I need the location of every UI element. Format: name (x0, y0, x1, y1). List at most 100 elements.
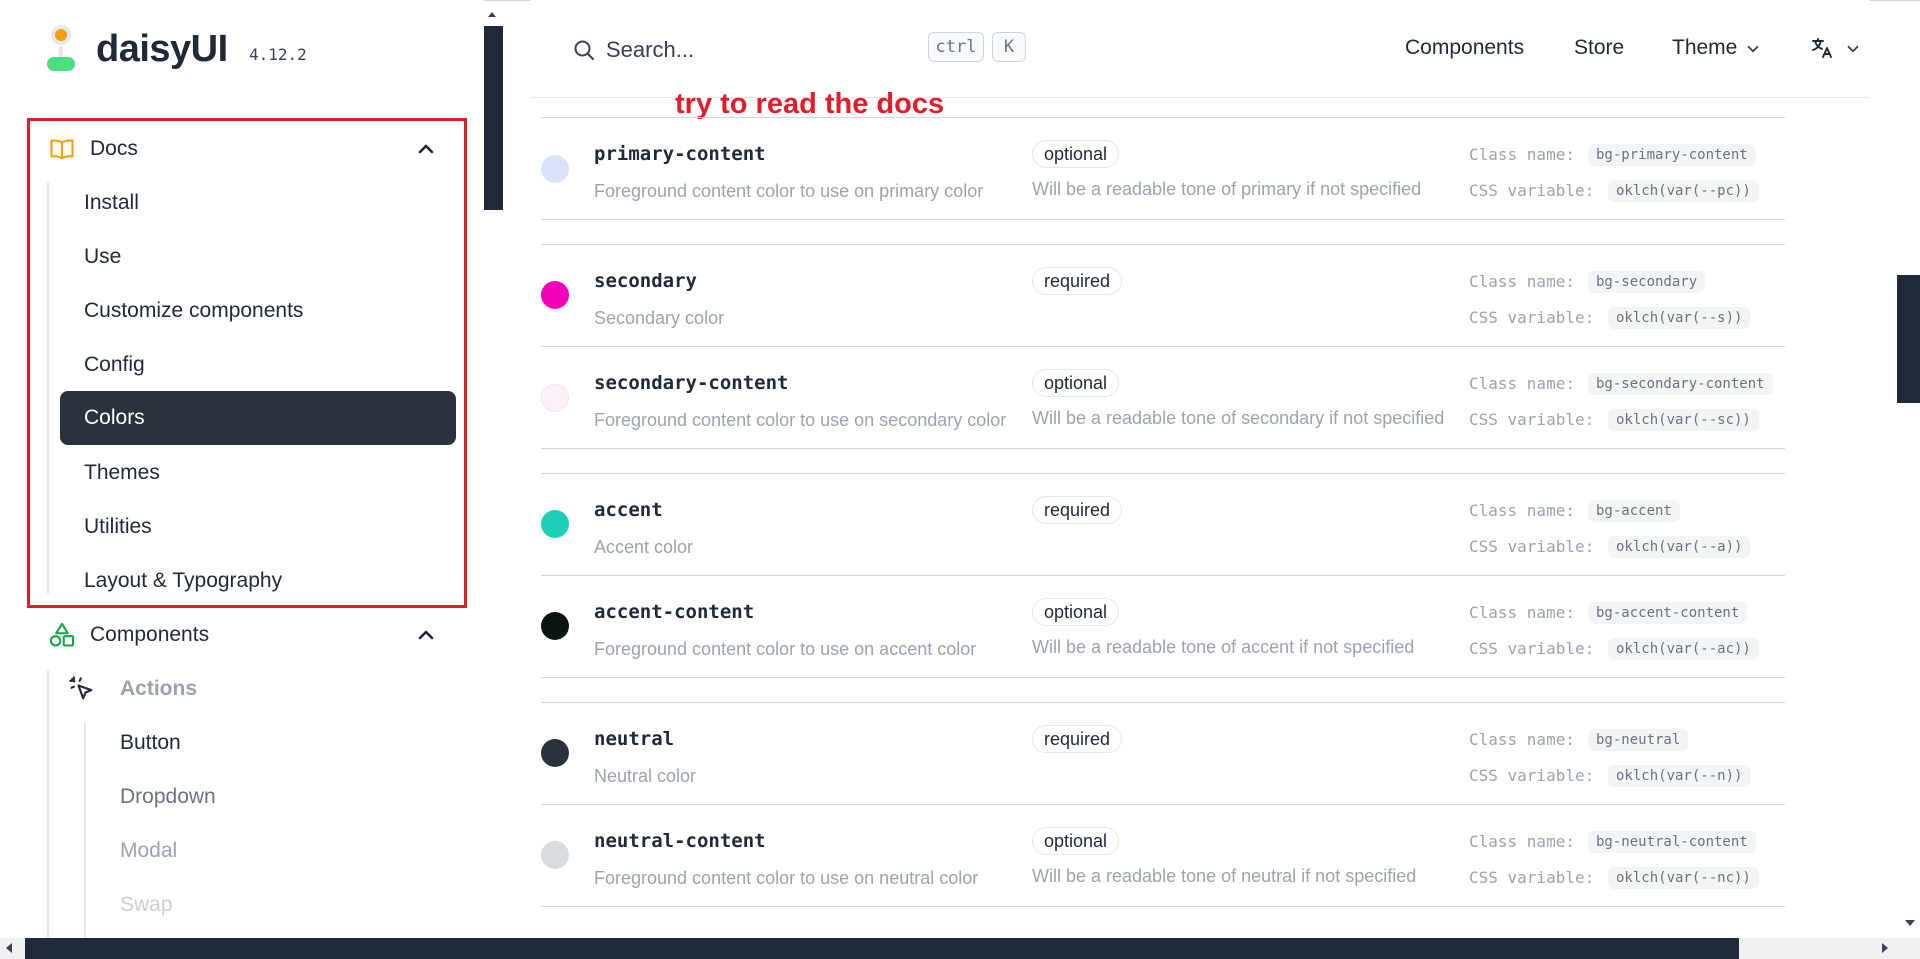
color-note: Will be a readable tone of accent if not… (1032, 637, 1415, 657)
class-name-code: bg-secondary-content (1588, 373, 1773, 395)
required-badge: required (1032, 496, 1123, 524)
color-description: Foreground content color to use on neutr… (594, 868, 979, 888)
class-name-label: Class name: (1469, 374, 1575, 393)
color-name: secondary (594, 270, 697, 292)
brand-version: 4.12.2 (249, 45, 307, 64)
chevron-down-icon[interactable] (1744, 40, 1762, 58)
sidebar-item-config[interactable]: Config (60, 340, 456, 390)
search-input[interactable] (606, 32, 906, 68)
sidebar-item-button[interactable]: Button (96, 718, 456, 768)
sidebar-item-dropdown[interactable]: Dropdown (96, 772, 456, 822)
docs-tree-line (47, 182, 49, 594)
shapes-icon (48, 621, 76, 649)
color-swatch-neutral (541, 739, 569, 767)
color-name: accent-content (594, 601, 755, 623)
sidebar-section-docs[interactable]: Docs (48, 129, 448, 169)
class-name-label: Class name: (1469, 145, 1575, 164)
row-divider (541, 448, 1785, 449)
css-variable-code: oklch(var(--s)) (1608, 307, 1751, 329)
sidebar-section-components[interactable]: Components (48, 615, 448, 655)
sidebar-scroll-up-arrow-icon[interactable] (484, 8, 500, 20)
sidebar-item-colors[interactable]: Colors (60, 391, 456, 445)
book-open-icon (48, 135, 76, 163)
row-divider (541, 906, 1785, 907)
class-name-code: bg-accent (1588, 500, 1680, 522)
color-description: Foreground content color to use on accen… (594, 639, 977, 659)
class-name-code: bg-neutral (1588, 729, 1689, 751)
color-swatch-neutral-content (541, 841, 569, 869)
search-icon (574, 40, 594, 60)
shortcut-k-key: K (992, 32, 1026, 62)
page-scrollbar-thumb[interactable] (1897, 275, 1920, 403)
color-description: Foreground content color to use on prima… (594, 181, 984, 201)
class-name-label: Class name: (1469, 272, 1575, 291)
color-swatch-accent-content (541, 612, 569, 640)
color-name: neutral-content (594, 830, 766, 852)
color-name: neutral (594, 728, 675, 750)
chevron-up-icon[interactable] (414, 137, 438, 161)
sidebar-group-actions-label: Actions (120, 677, 198, 700)
color-description: Secondary color (594, 308, 725, 328)
components-tree-line (47, 670, 49, 938)
nav-components-link[interactable]: Components (1405, 36, 1524, 60)
sidebar-section-docs-label: Docs (90, 137, 138, 160)
class-name-code: bg-neutral-content (1588, 831, 1756, 853)
css-variable-code: oklch(var(--nc)) (1608, 867, 1759, 889)
css-variable-label: CSS variable: (1469, 308, 1595, 327)
color-note: Will be a readable tone of primary if no… (1032, 179, 1422, 199)
color-swatch-secondary (541, 281, 569, 309)
sidebar-group-actions[interactable]: Actions (68, 669, 448, 709)
sidebar-item-modal[interactable]: Modal (96, 826, 456, 876)
sidebar-item-install[interactable]: Install (60, 178, 456, 228)
brand-name[interactable]: daisyUI (96, 28, 228, 71)
color-name: primary-content (594, 143, 766, 165)
nav-store-link[interactable]: Store (1574, 36, 1624, 60)
scroll-right-arrow-icon[interactable] (1880, 942, 1890, 954)
optional-badge: optional (1032, 369, 1120, 397)
daisyui-logo-icon (47, 25, 75, 71)
sidebar-section-components-label: Components (90, 623, 210, 646)
css-variable-label: CSS variable: (1469, 639, 1595, 658)
color-swatch-accent (541, 510, 569, 538)
group-divider (541, 473, 1785, 474)
color-swatch-secondary-content (541, 384, 569, 412)
optional-badge: optional (1032, 140, 1120, 168)
row-divider (541, 117, 1785, 118)
css-variable-code: oklch(var(--n)) (1608, 765, 1751, 787)
shortcut-ctrl-key: ctrl (928, 32, 984, 62)
nav-theme-dropdown[interactable]: Theme (1672, 36, 1737, 60)
sidebar-item-themes[interactable]: Themes (60, 448, 456, 498)
row-divider (541, 575, 1785, 576)
chevron-up-icon[interactable] (414, 623, 438, 647)
group-divider (541, 244, 1785, 245)
class-name-label: Class name: (1469, 730, 1575, 749)
sidebar-item-utilities[interactable]: Utilities (60, 502, 456, 552)
sidebar-item-layout-typography[interactable]: Layout & Typography (60, 556, 456, 606)
page-scroll-down-arrow-icon[interactable] (1904, 918, 1916, 928)
class-name-label: Class name: (1469, 501, 1575, 520)
actions-tree-line (84, 722, 86, 938)
class-name-code: bg-primary-content (1588, 144, 1756, 166)
class-name-code: bg-accent-content (1588, 602, 1748, 624)
css-variable-label: CSS variable: (1469, 766, 1595, 785)
sidebar-item-swap[interactable]: Swap (96, 880, 456, 930)
sidebar-item-customize-components[interactable]: Customize components (60, 286, 456, 336)
row-divider (541, 346, 1785, 347)
color-description: Accent color (594, 537, 694, 557)
css-variable-label: CSS variable: (1469, 410, 1595, 429)
css-variable-label: CSS variable: (1469, 181, 1595, 200)
css-variable-label: CSS variable: (1469, 537, 1595, 556)
color-description: Foreground content color to use on secon… (594, 410, 1007, 430)
sidebar-item-use[interactable]: Use (60, 232, 456, 282)
required-badge: required (1032, 267, 1123, 295)
chevron-down-icon[interactable] (1844, 40, 1862, 58)
class-name-code: bg-secondary (1588, 271, 1706, 293)
css-variable-code: oklch(var(--ac)) (1608, 638, 1759, 660)
optional-badge: optional (1032, 598, 1120, 626)
sidebar: daisyUI 4.12.2 Docs Install Use Customiz… (0, 0, 484, 938)
scroll-left-arrow-icon[interactable] (4, 942, 14, 954)
language-icon[interactable] (1810, 36, 1834, 60)
css-variable-code: oklch(var(--a)) (1608, 536, 1751, 558)
horizontal-scrollbar-thumb[interactable] (25, 938, 1739, 959)
sidebar-scrollbar-thumb[interactable] (484, 26, 503, 210)
